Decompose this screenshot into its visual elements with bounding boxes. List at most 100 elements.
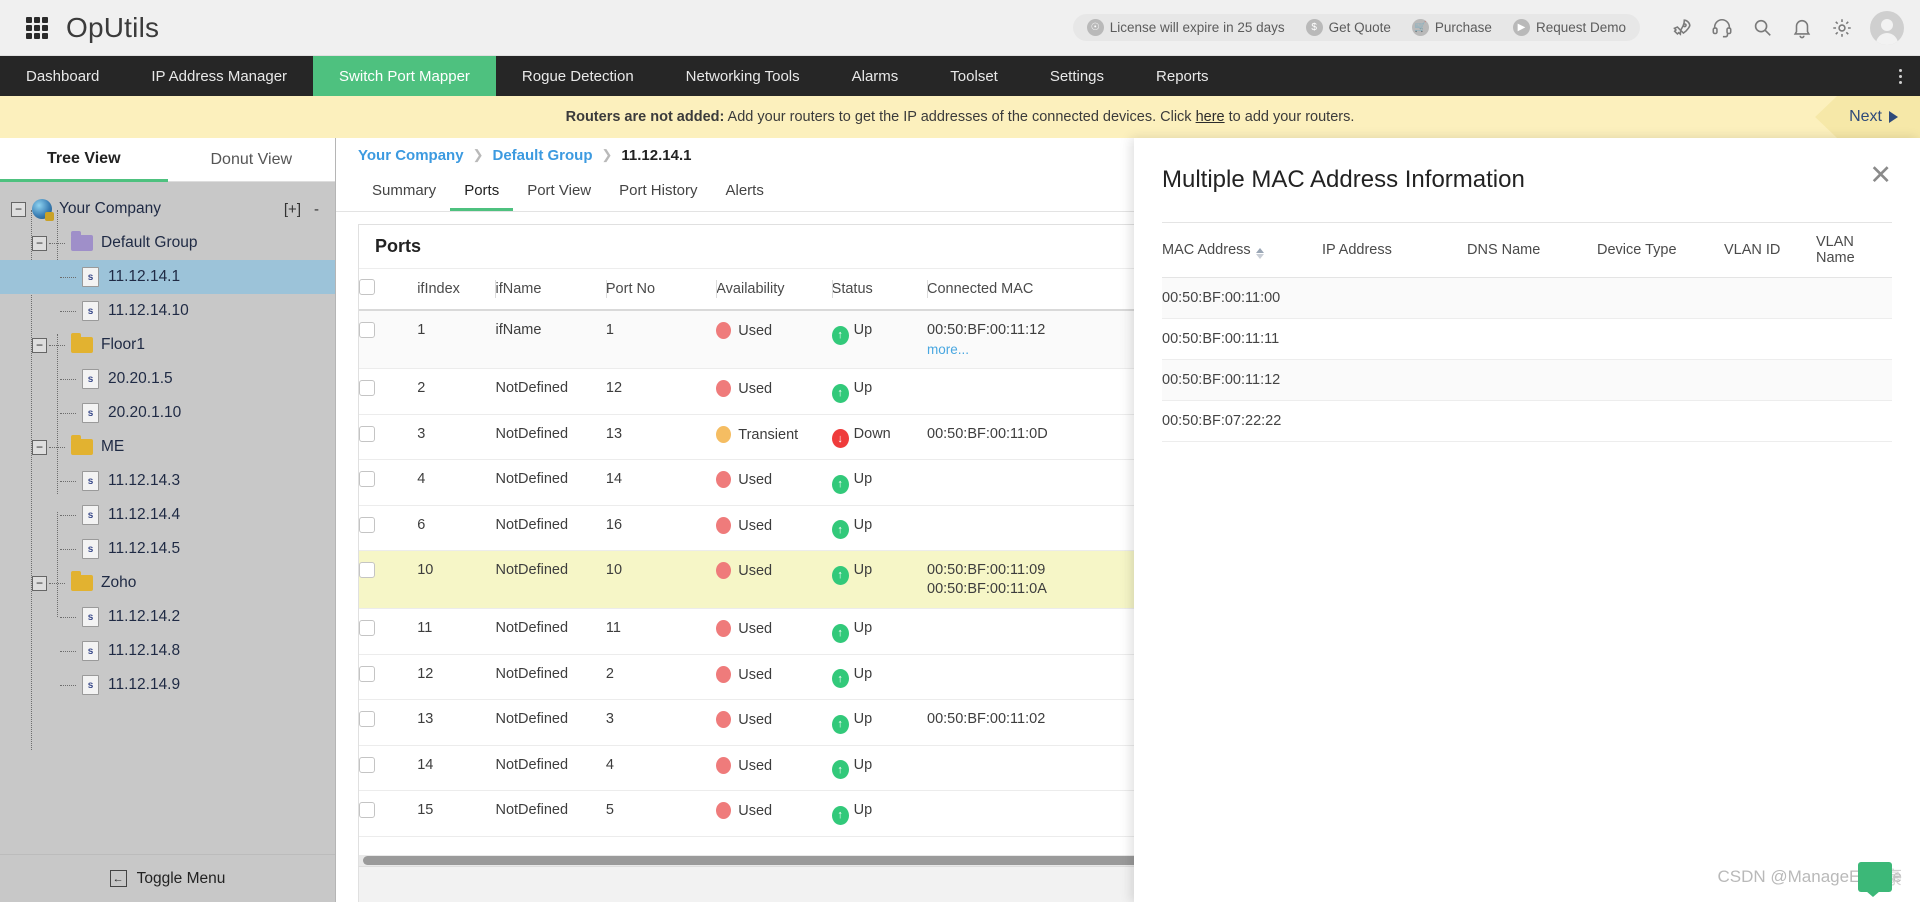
tree-node-me[interactable]: − ME xyxy=(0,430,335,464)
cell-ip-address xyxy=(1322,319,1467,360)
nav-overflow-menu-icon[interactable] xyxy=(1880,56,1920,96)
status-up-icon: ↑ xyxy=(832,326,849,345)
cell-ifindex: 15 xyxy=(417,791,495,837)
tree-expand-toggle[interactable]: − xyxy=(32,440,47,455)
banner-here-link[interactable]: here xyxy=(1196,109,1225,125)
col-ifindex[interactable]: ifIndex xyxy=(417,269,495,310)
cell-availability: Transient xyxy=(716,414,831,460)
col-device-type[interactable]: Device Type xyxy=(1597,223,1724,278)
cell-ifindex: 2 xyxy=(417,369,495,415)
tree-node-default-group[interactable]: − Default Group xyxy=(0,226,335,260)
tree-node-11-12-14-2[interactable]: s 11.12.14.2 xyxy=(0,600,335,634)
nav-item-alarms[interactable]: Alarms xyxy=(826,56,925,96)
row-checkbox[interactable] xyxy=(359,471,375,487)
col-dns-name[interactable]: DNS Name xyxy=(1467,223,1597,278)
more-macs-link[interactable]: more... xyxy=(927,342,1158,357)
tab-port-history[interactable]: Port History xyxy=(605,172,711,211)
table-row[interactable]: 00:50:BF:00:11:12 xyxy=(1162,360,1892,401)
cell-vlan-name xyxy=(1816,319,1892,360)
tree-expand-toggle[interactable]: − xyxy=(32,576,47,591)
row-checkbox[interactable] xyxy=(359,711,375,727)
tree-node-11-12-14-4[interactable]: s 11.12.14.4 xyxy=(0,498,335,532)
tree-node-11-12-14-8[interactable]: s 11.12.14.8 xyxy=(0,634,335,668)
table-row[interactable]: 00:50:BF:00:11:11 xyxy=(1162,319,1892,360)
tree-node-your-company[interactable]: − Your Company [+] - xyxy=(0,192,335,226)
expand-all-button[interactable]: [+] xyxy=(284,201,301,218)
banner-text-before: Add your routers to get the IP addresses… xyxy=(724,109,1195,125)
headset-icon[interactable] xyxy=(1702,8,1742,48)
user-avatar[interactable] xyxy=(1870,11,1904,45)
availability-dot-icon xyxy=(716,471,731,488)
tree-node-11-12-14-9[interactable]: s 11.12.14.9 xyxy=(0,668,335,702)
nav-item-networking-tools[interactable]: Networking Tools xyxy=(660,56,826,96)
nav-item-dashboard[interactable]: Dashboard xyxy=(0,56,125,96)
tree-expand-toggle[interactable]: − xyxy=(32,236,47,251)
nav-item-toolset[interactable]: Toolset xyxy=(924,56,1024,96)
bell-icon[interactable] xyxy=(1782,8,1822,48)
select-all-checkbox[interactable] xyxy=(359,279,375,295)
tree-node-11-12-14-1[interactable]: s 11.12.14.1 xyxy=(0,260,335,294)
banner-next-button[interactable]: Next xyxy=(1815,96,1920,138)
cell-status: ↑Up xyxy=(832,609,927,655)
col-ip-address[interactable]: IP Address xyxy=(1322,223,1467,278)
multiple-mac-address-panel: Multiple MAC Address Information ✕ MAC A… xyxy=(1134,138,1920,902)
purchase-button[interactable]: 🛒 Purchase xyxy=(1412,19,1492,36)
collapse-all-button[interactable]: - xyxy=(314,201,319,218)
row-checkbox[interactable] xyxy=(359,620,375,636)
row-checkbox[interactable] xyxy=(359,322,375,338)
apps-grid-icon[interactable] xyxy=(26,17,48,39)
sidebar-tab-tree-view[interactable]: Tree View xyxy=(0,138,168,182)
nav-item-settings[interactable]: Settings xyxy=(1024,56,1130,96)
col-vlan-name[interactable]: VLAN Name xyxy=(1816,223,1892,278)
nav-item-switch-port-mapper[interactable]: Switch Port Mapper xyxy=(313,56,496,96)
col-vlan-id[interactable]: VLAN ID xyxy=(1724,223,1816,278)
scrollbar-thumb[interactable] xyxy=(363,856,1163,865)
rocket-icon[interactable] xyxy=(1662,8,1702,48)
row-checkbox[interactable] xyxy=(359,426,375,442)
breadcrumb-your-company[interactable]: Your Company xyxy=(358,147,464,164)
nav-item-rogue-detection[interactable]: Rogue Detection xyxy=(496,56,660,96)
row-checkbox[interactable] xyxy=(359,802,375,818)
tree-node-11-12-14-10[interactable]: s 11.12.14.10 xyxy=(0,294,335,328)
col-connected-mac[interactable]: Connected MAC xyxy=(927,269,1158,310)
tab-summary[interactable]: Summary xyxy=(358,172,450,211)
row-checkbox[interactable] xyxy=(359,562,375,578)
gear-icon[interactable] xyxy=(1822,8,1862,48)
col-status[interactable]: Status xyxy=(832,269,927,310)
license-key-icon: ☉ xyxy=(1087,19,1104,36)
tree-node-11-12-14-3[interactable]: s 11.12.14.3 xyxy=(0,464,335,498)
row-checkbox[interactable] xyxy=(359,380,375,396)
license-info-pill: ☉ License will expire in 25 days $ Get Q… xyxy=(1073,14,1640,41)
sidebar-tab-donut-view[interactable]: Donut View xyxy=(168,138,336,182)
tree-node-20-20-1-10[interactable]: s 20.20.1.10 xyxy=(0,396,335,430)
dollar-icon: $ xyxy=(1306,19,1323,36)
row-checkbox[interactable] xyxy=(359,757,375,773)
nav-item-reports[interactable]: Reports xyxy=(1130,56,1235,96)
search-icon[interactable] xyxy=(1742,8,1782,48)
breadcrumb-default-group[interactable]: Default Group xyxy=(492,147,592,164)
col-port-no[interactable]: Port No xyxy=(606,269,716,310)
tree-expand-toggle[interactable]: − xyxy=(32,338,47,353)
row-checkbox[interactable] xyxy=(359,517,375,533)
col-ifname[interactable]: ifName xyxy=(495,269,605,310)
table-row[interactable]: 00:50:BF:00:11:00 xyxy=(1162,278,1892,319)
get-quote-button[interactable]: $ Get Quote xyxy=(1306,19,1391,36)
tree-node-11-12-14-5[interactable]: s 11.12.14.5 xyxy=(0,532,335,566)
tree-node-floor1[interactable]: − Floor1 xyxy=(0,328,335,362)
tab-ports[interactable]: Ports xyxy=(450,172,513,211)
tree-node-zoho[interactable]: − Zoho xyxy=(0,566,335,600)
select-all-header xyxy=(359,269,417,310)
close-icon[interactable]: ✕ xyxy=(1869,166,1892,185)
cell-ip-address xyxy=(1322,278,1467,319)
tree-expand-toggle[interactable]: − xyxy=(11,202,26,217)
nav-item-ip-address-manager[interactable]: IP Address Manager xyxy=(125,56,313,96)
col-availability[interactable]: Availability xyxy=(716,269,831,310)
table-row[interactable]: 00:50:BF:07:22:22 xyxy=(1162,401,1892,442)
col-mac-address[interactable]: MAC Address xyxy=(1162,223,1322,278)
toggle-menu-button[interactable]: ← Toggle Menu xyxy=(0,854,335,902)
tab-port-view[interactable]: Port View xyxy=(513,172,605,211)
tab-alerts[interactable]: Alerts xyxy=(711,172,777,211)
tree-node-20-20-1-5[interactable]: s 20.20.1.5 xyxy=(0,362,335,396)
request-demo-button[interactable]: ▶ Request Demo xyxy=(1513,19,1626,36)
row-checkbox[interactable] xyxy=(359,666,375,682)
